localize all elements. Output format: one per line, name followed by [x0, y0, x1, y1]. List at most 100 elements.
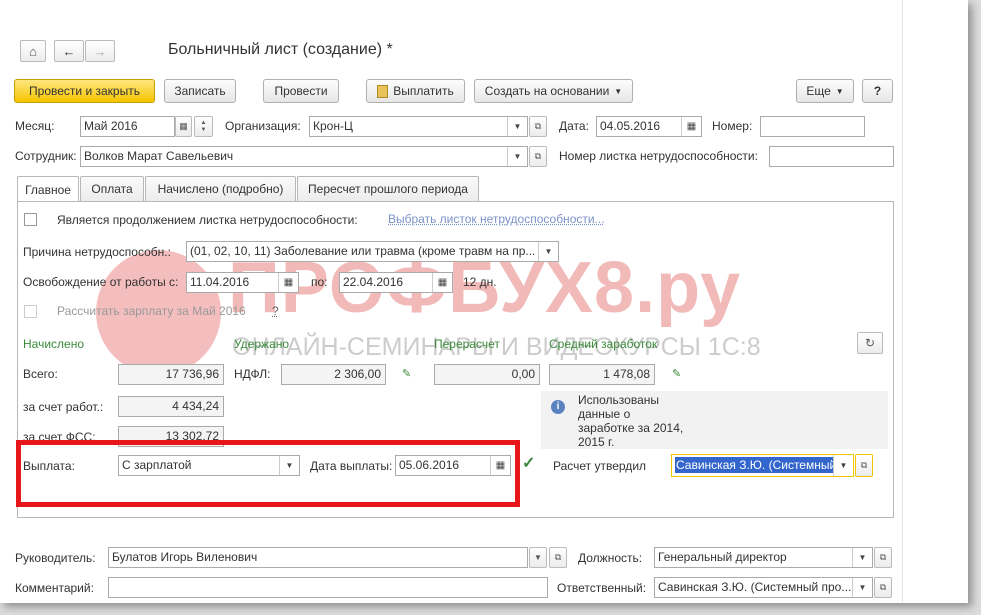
open-icon: ⧉ [554, 552, 562, 562]
chevron-down-icon[interactable]: ▼ [852, 548, 872, 567]
employee-label: Сотрудник: [15, 149, 77, 163]
stepper-down-icon: ▼ [200, 126, 207, 133]
employer-value: 4 434,24 [118, 396, 224, 417]
organization-value: Крон-Ц [313, 119, 353, 133]
document-icon [377, 84, 389, 98]
organization-label: Организация: [225, 119, 301, 133]
recalc-header: Перерасчет [434, 337, 500, 351]
calendar-icon[interactable]: ▦ [278, 273, 298, 292]
chevron-down-icon[interactable]: ▼ [507, 117, 527, 136]
manager-value: Булатов Игорь Виленович [112, 550, 258, 564]
chevron-down-icon: ▼ [614, 86, 623, 96]
open-icon: ⧉ [534, 151, 542, 161]
refresh-button[interactable]: ↻ [857, 332, 883, 354]
chevron-down-icon: ▼ [835, 86, 844, 96]
open-icon: ⧉ [879, 582, 887, 592]
post-and-close-button[interactable]: Провести и закрыть [14, 79, 155, 103]
open-manager-button[interactable]: ⧉ [549, 547, 567, 568]
calendar-button[interactable]: ▦ [175, 116, 192, 137]
days-count: 12 дн. [463, 275, 497, 289]
create-based-on-button[interactable]: Создать на основании ▼ [474, 79, 633, 103]
responsible-value: Савинская З.Ю. (Системный про... [658, 580, 852, 594]
open-approved-by-button[interactable]: ⧉ [855, 454, 873, 477]
date-value: 04.05.2016 [600, 119, 661, 133]
write-button[interactable]: Записать [164, 79, 236, 103]
open-position-button[interactable]: ⧉ [874, 547, 892, 568]
info-line-1: Использованы [578, 393, 659, 407]
approved-label: Расчет утвердил [553, 459, 647, 473]
manager-field[interactable]: Булатов Игорь Виленович [108, 547, 528, 568]
continuation-checkbox[interactable] [24, 213, 37, 226]
avg-earnings-header: Средний заработок [549, 337, 658, 351]
recalc-value: 0,00 [434, 364, 540, 385]
comment-label: Комментарий: [15, 581, 94, 595]
continuation-label: Является продолжением листка нетрудоспос… [57, 213, 358, 227]
employee-field[interactable]: Волков Марат Савельевич ▼ [80, 146, 528, 167]
manager-dropdown-button[interactable]: ▼ [529, 547, 547, 568]
organization-field[interactable]: Крон-Ц ▼ [309, 116, 528, 137]
tab-payment[interactable]: Оплата [80, 176, 144, 201]
number-field[interactable] [760, 116, 865, 137]
scrollbar[interactable] [902, 0, 903, 603]
avg-earnings-value: 1 478,08 [549, 364, 655, 385]
date-field[interactable]: 04.05.2016 ▦ [596, 116, 702, 137]
forward-button[interactable]: → [85, 40, 115, 62]
recalc-salary-checkbox[interactable] [24, 305, 37, 318]
calendar-icon[interactable]: ▦ [681, 117, 701, 136]
document-window: ⌂ ← → Больничный лист (создание) * Прове… [0, 0, 968, 603]
tab-accrued-details[interactable]: Начислено (подробно) [145, 176, 296, 201]
info-line-2: данные о [578, 407, 631, 421]
release-to-field[interactable]: 22.04.2016 ▦ [339, 272, 453, 293]
approved-by-field[interactable]: Савинская З.Ю. (Системный ▼ [671, 454, 854, 477]
open-employee-button[interactable]: ⧉ [529, 146, 547, 167]
reason-field[interactable]: (01, 02, 10, 11) Заболевание или травма … [186, 241, 559, 262]
chevron-down-icon[interactable]: ▼ [833, 455, 853, 476]
pay-button-label: Выплатить [393, 84, 454, 98]
approved-by-value: Савинская З.Ю. (Системный [675, 457, 838, 473]
total-value: 17 736,96 [118, 364, 224, 385]
calendar-icon: ▦ [179, 121, 188, 131]
recalc-salary-label: Рассчитать зарплату за Май 2016 [57, 304, 246, 318]
post-button[interactable]: Провести [263, 79, 339, 103]
info-line-3: заработке за 2014, [578, 421, 684, 435]
refresh-icon: ↻ [864, 336, 876, 350]
home-button[interactable]: ⌂ [20, 40, 46, 62]
chevron-down-icon[interactable]: ▼ [507, 147, 527, 166]
manager-label: Руководитель: [15, 551, 96, 565]
pay-button[interactable]: Выплатить [366, 79, 465, 103]
reason-label: Причина нетрудоспособн.: [23, 245, 171, 259]
total-label: Всего: [23, 367, 58, 381]
highlight-frame [16, 440, 520, 507]
approved-checkbox[interactable]: ✓ [522, 456, 538, 472]
select-sheet-link[interactable]: Выбрать листок нетрудоспособности... [388, 212, 605, 226]
month-field[interactable]: Май 2016 [80, 116, 175, 137]
release-to-value: 22.04.2016 [343, 275, 404, 289]
recalc-help-link[interactable]: ? [272, 304, 279, 318]
withheld-header: Удержано [234, 337, 290, 351]
open-icon: ⧉ [860, 460, 868, 470]
open-icon: ⧉ [534, 121, 542, 131]
number-label: Номер: [712, 119, 753, 133]
employee-value: Волков Марат Савельевич [84, 149, 234, 163]
sheet-number-label: Номер листка нетрудоспособности: [559, 149, 758, 163]
edit-ndfl-icon[interactable]: ✎ [402, 368, 414, 380]
comment-field[interactable] [108, 577, 548, 598]
more-button[interactable]: Еще ▼ [796, 79, 854, 103]
tab-recalc-previous[interactable]: Пересчет прошлого периода [297, 176, 479, 201]
create-based-label: Создать на основании [484, 84, 610, 98]
sheet-number-field[interactable] [769, 146, 894, 167]
release-from-field[interactable]: 11.04.2016 ▦ [186, 272, 299, 293]
responsible-label: Ответственный: [557, 581, 647, 595]
month-stepper[interactable]: ▲ ▼ [194, 116, 213, 137]
chevron-down-icon[interactable]: ▼ [852, 578, 872, 597]
open-organization-button[interactable]: ⧉ [529, 116, 547, 137]
open-responsible-button[interactable]: ⧉ [874, 577, 892, 598]
tab-main[interactable]: Главное [17, 176, 79, 202]
position-field[interactable]: Генеральный директор ▼ [654, 547, 873, 568]
back-button[interactable]: ← [54, 40, 84, 62]
help-button[interactable]: ? [862, 79, 893, 103]
calendar-icon[interactable]: ▦ [432, 273, 452, 292]
chevron-down-icon[interactable]: ▼ [538, 242, 558, 261]
edit-avg-earnings-icon[interactable]: ✎ [672, 368, 684, 380]
responsible-field[interactable]: Савинская З.Ю. (Системный про... ▼ [654, 577, 873, 598]
